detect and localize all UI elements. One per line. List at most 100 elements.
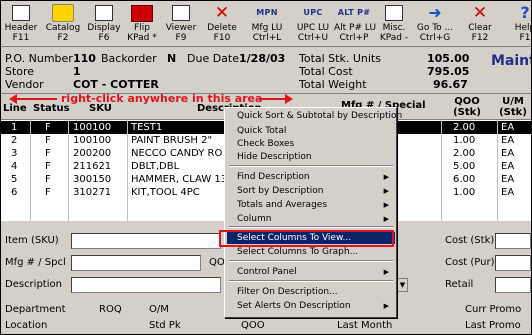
header-icon <box>1 3 41 23</box>
menu-item[interactable]: Quick Total <box>227 125 395 137</box>
toolbar-button-label: F2 <box>57 33 69 43</box>
cell-line: 2 <box>11 135 18 146</box>
qo-label: QO <box>209 257 225 268</box>
col-header-qoo-line2: (Stk) <box>453 107 481 118</box>
cell-status: F <box>45 174 51 185</box>
toolbar-button-label: Ctrl+P <box>339 33 369 43</box>
menu-item[interactable]: Column ▶ <box>227 213 395 225</box>
submenu-arrow-icon: ▶ <box>383 268 389 276</box>
menu-separator <box>229 280 393 282</box>
toolbar-display-button[interactable]: Display F6 <box>84 3 124 45</box>
total-cost-value: 795.05 <box>427 65 470 78</box>
description-label: Description <box>5 279 62 290</box>
toolbar-delete-button[interactable]: ✕ Delete F10 <box>202 3 242 45</box>
toolbar-button-label: Catalog <box>45 23 81 33</box>
cell-desc: KIT,TOOL 4PC <box>131 187 200 198</box>
cell-line: 6 <box>11 187 18 198</box>
cell-um: EA <box>501 148 515 159</box>
cell-um: EA <box>501 174 515 185</box>
toolbar-misc-button[interactable]: Misc. KPad - <box>374 3 414 45</box>
submenu-arrow-icon: ▶ <box>383 187 389 195</box>
submenu-arrow-icon: ▶ <box>383 215 389 223</box>
item-sku-input[interactable] <box>71 233 221 249</box>
store-label: Store <box>5 65 35 78</box>
toolbar-goto-button[interactable]: ➜ Go To ... Ctrl+G <box>415 3 455 45</box>
menu-item[interactable]: Hide Description <box>227 151 395 163</box>
menu-item[interactable]: Find Description ▶ <box>227 171 395 183</box>
toolbar-button-label: Flip <box>134 23 150 33</box>
toolbar-button-label: KPad - <box>379 33 409 43</box>
delete-icon: ✕ <box>214 2 230 23</box>
menu-item[interactable]: Quick Sort & Subtotal by Description <box>227 110 402 122</box>
cell-qoo: 1.00 <box>453 187 476 198</box>
po-maintenance-window: Header F11 Catalog F2 Display F6 Flip KPad * Vie… <box>0 0 532 335</box>
po-number-label: P.O. Number <box>5 52 73 65</box>
location-label: Location <box>5 320 48 331</box>
toolbar-help-button[interactable]: ?HelpF1 <box>505 3 531 45</box>
po-number-value: 110 <box>73 52 96 65</box>
toolbar-button-label: F12 <box>471 33 489 43</box>
col-header-qoo[interactable]: QOO (Stk) <box>453 96 481 118</box>
annotation-highlight-box <box>219 230 394 247</box>
cell-line: 1 <box>11 122 18 133</box>
menu-item-label: Check Boxes <box>237 139 295 149</box>
cell-sku: 300150 <box>73 174 112 185</box>
cell-desc: PAINT BRUSH 2" <box>131 135 213 146</box>
cell-desc: NECCO CANDY RO <box>131 148 223 159</box>
cell-sku: 211621 <box>73 161 112 172</box>
catalog-icon <box>43 3 83 23</box>
toolbar-altpart-button[interactable]: ALT P# Alt P# LU Ctrl+P <box>334 3 376 45</box>
annotation-line-right <box>259 98 287 100</box>
annotation-line-left <box>15 98 57 100</box>
due-date-label: Due Date <box>187 52 239 65</box>
misc-icon <box>374 3 414 23</box>
vendor-value: COT - COTTER <box>73 78 159 91</box>
cost-stk-input[interactable] <box>495 233 531 249</box>
col-header-um-line2: (Stk) <box>499 107 527 118</box>
cell-qoo: 2.00 <box>453 148 476 159</box>
cell-status: F <box>45 161 51 172</box>
chevron-down-icon: ▼ <box>399 281 406 289</box>
help-icon: ? <box>520 3 530 22</box>
description-dropdown-button[interactable]: ▼ <box>397 278 408 292</box>
mfg-spcl-input[interactable] <box>71 255 201 271</box>
menu-item[interactable]: Totals and Averages ▶ <box>227 199 395 211</box>
menu-item[interactable]: Sort by Description ▶ <box>227 185 395 197</box>
menu-item[interactable]: Filter On Description... <box>227 286 395 298</box>
menu-item-label: Control Panel <box>237 267 297 277</box>
item-sku-label: Item (SKU) <box>5 235 59 246</box>
cell-status: F <box>45 187 51 198</box>
col-header-line[interactable]: Line <box>3 103 27 114</box>
menu-item-label: Totals and Averages <box>237 200 328 210</box>
toolbar-upc-button[interactable]: UPC UPC LU Ctrl+U <box>293 3 333 45</box>
due-date-value: 1/28/03 <box>239 52 286 65</box>
col-header-um[interactable]: U/M (Stk) <box>499 96 527 118</box>
col-header-qoo-line1: QOO <box>454 96 480 107</box>
cell-sku: 100100 <box>73 135 112 146</box>
flip-icon <box>122 3 162 23</box>
menu-item-label: Set Alerts On Description <box>237 301 351 311</box>
toolbar-header-button[interactable]: Header F11 <box>1 3 41 45</box>
menu-item[interactable]: Set Alerts On Description ▶ <box>227 300 395 312</box>
description-input[interactable] <box>71 277 221 293</box>
retail-input[interactable] <box>495 277 531 293</box>
menu-item[interactable]: Control Panel ▶ <box>227 266 395 278</box>
toolbar-mpn-button[interactable]: MPN Mfg LU Ctrl+L <box>247 3 287 45</box>
toolbar-button-label: Misc. <box>382 23 406 33</box>
menu-item[interactable]: Select Columns To Graph... <box>227 246 395 258</box>
screen-title: Maint <box>491 53 532 69</box>
upc-icon: UPC <box>303 8 323 17</box>
last-promo-label: Last Promo <box>465 320 521 331</box>
total-units-label: Total Stk. Units <box>299 52 381 65</box>
menu-item[interactable]: Check Boxes <box>227 138 395 150</box>
toolbar-clear-button[interactable]: ✕ Clear F12 <box>460 3 500 45</box>
cost-stk-label: Cost (Stk) <box>445 235 495 246</box>
submenu-arrow-icon: ▶ <box>383 173 389 181</box>
cost-pur-input[interactable] <box>495 255 531 271</box>
store-value: 1 <box>73 65 81 78</box>
toolbar-catalog-button[interactable]: Catalog F2 <box>43 3 83 45</box>
submenu-arrow-icon: ▶ <box>383 302 389 310</box>
display-icon <box>84 3 124 23</box>
toolbar-flip-button[interactable]: Flip KPad * <box>122 3 162 45</box>
toolbar-viewer-button[interactable]: Viewer F9 <box>161 3 201 45</box>
